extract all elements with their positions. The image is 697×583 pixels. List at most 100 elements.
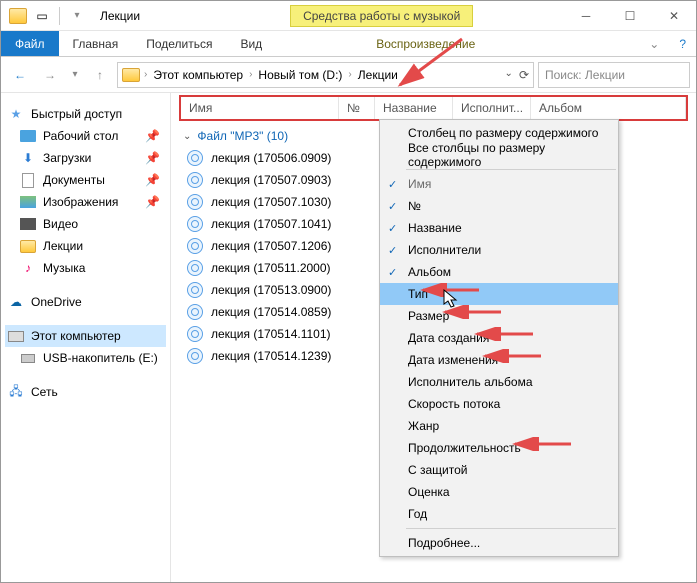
documents-icon (19, 172, 37, 188)
ctx-autosize-all[interactable]: Все столбцы по размеру содержимого (380, 144, 618, 166)
annotation-arrow (511, 437, 575, 451)
audio-file-icon (187, 216, 203, 232)
ctx-col-bitrate[interactable]: Скорость потока (380, 393, 618, 415)
column-number[interactable]: № (339, 97, 375, 119)
network-icon: 🖧 (7, 384, 25, 400)
audio-file-icon (187, 194, 203, 210)
folder-app-icon (7, 5, 29, 27)
chevron-right-icon[interactable]: › (144, 69, 147, 80)
search-input[interactable]: Поиск: Лекции (538, 62, 690, 88)
nav-history-dropdown[interactable]: ▾ (67, 62, 83, 88)
pc-icon (7, 328, 25, 344)
folder-icon (19, 238, 37, 254)
check-icon: ✓ (388, 200, 397, 213)
qat-properties-icon[interactable]: ▭ (31, 5, 53, 27)
pin-icon: 📌 (145, 129, 160, 143)
annotation-arrow (481, 349, 545, 363)
ctx-col-name[interactable]: ✓Имя (380, 173, 618, 195)
ctx-more[interactable]: Подробнее... (380, 532, 618, 554)
nav-forward-button[interactable]: → (37, 62, 63, 88)
ctx-col-artists[interactable]: ✓Исполнители (380, 239, 618, 261)
pictures-icon (19, 194, 37, 210)
column-title[interactable]: Название (375, 97, 453, 119)
sidebar-item-music[interactable]: ♪Музыка (5, 257, 166, 279)
sidebar-onedrive[interactable]: ☁OneDrive (5, 291, 166, 313)
navbar: ← → ▾ ↑ › Этот компьютер › Новый том (D:… (1, 57, 696, 93)
quick-access-toolbar: ▭ ▾ (1, 5, 94, 27)
sidebar-network[interactable]: 🖧Сеть (5, 381, 166, 403)
audio-file-icon (187, 326, 203, 342)
check-icon: ✓ (388, 222, 397, 235)
ctx-col-rating[interactable]: Оценка (380, 481, 618, 503)
tab-file[interactable]: Файл (1, 31, 59, 56)
minimize-button[interactable]: ─ (564, 2, 608, 30)
ctx-col-number[interactable]: ✓№ (380, 195, 618, 217)
nav-up-button[interactable]: ↑ (87, 62, 113, 88)
ctx-col-album[interactable]: ✓Альбом (380, 261, 618, 283)
sidebar-thispc[interactable]: Этот компьютер (5, 325, 166, 347)
pin-icon: 📌 (145, 151, 160, 165)
sidebar-item-lectures[interactable]: Лекции (5, 235, 166, 257)
usb-icon (19, 350, 37, 366)
ctx-col-album-artist[interactable]: Исполнитель альбома (380, 371, 618, 393)
cursor-icon (443, 289, 459, 312)
window-title: Лекции (94, 9, 140, 23)
crumb-thispc[interactable]: Этот компьютер (151, 68, 245, 82)
audio-file-icon (187, 304, 203, 320)
chevron-right-icon[interactable]: › (249, 69, 252, 80)
tab-view[interactable]: Вид (226, 31, 276, 56)
audio-file-icon (187, 150, 203, 166)
tab-home[interactable]: Главная (59, 31, 133, 56)
chevron-down-icon[interactable]: ⌄ (183, 131, 191, 142)
audio-file-icon (187, 348, 203, 364)
maximize-button[interactable]: ☐ (608, 2, 652, 30)
pin-icon: 📌 (145, 195, 160, 209)
tab-share[interactable]: Поделиться (132, 31, 226, 56)
separator (406, 528, 616, 529)
audio-file-icon (187, 238, 203, 254)
titlebar: ▭ ▾ Лекции Средства работы с музыкой ─ ☐… (1, 1, 696, 31)
sidebar-quick-access[interactable]: ★ Быстрый доступ (5, 103, 166, 125)
annotation-arrow (392, 33, 472, 93)
pin-icon: 📌 (145, 173, 160, 187)
audio-file-icon (187, 172, 203, 188)
sidebar-item-usb[interactable]: USB-накопитель (E:) (5, 347, 166, 369)
audio-file-icon (187, 260, 203, 276)
address-dropdown-icon[interactable]: ⌄ (505, 68, 513, 82)
chevron-right-icon[interactable]: › (348, 69, 351, 80)
ribbon-expand-icon[interactable]: ⌄ (639, 31, 669, 56)
ctx-col-title[interactable]: ✓Название (380, 217, 618, 239)
sidebar-item-pictures[interactable]: Изображения📌 (5, 191, 166, 213)
close-button[interactable]: ✕ (652, 2, 696, 30)
nav-back-button[interactable]: ← (7, 62, 33, 88)
search-placeholder: Поиск: Лекции (545, 68, 625, 82)
folder-icon (122, 68, 140, 82)
column-album[interactable]: Альбом (531, 97, 686, 119)
qat-dropdown-icon[interactable]: ▾ (66, 5, 88, 27)
column-headers[interactable]: Имя № Название Исполнит... Альбом (179, 95, 688, 121)
ctx-col-genre[interactable]: Жанр (380, 415, 618, 437)
ctx-col-duration[interactable]: Продолжительность (380, 437, 618, 459)
sidebar-item-desktop[interactable]: Рабочий стол📌 (5, 125, 166, 147)
downloads-icon: ⬇ (19, 150, 37, 166)
ribbon-tabs: Файл Главная Поделиться Вид Воспроизведе… (1, 31, 696, 57)
ribbon-help-icon[interactable]: ? (669, 31, 696, 56)
separator (406, 169, 616, 170)
separator (59, 7, 60, 25)
column-artist[interactable]: Исполнит... (453, 97, 531, 119)
sidebar-item-videos[interactable]: Видео (5, 213, 166, 235)
annotation-arrow (473, 327, 537, 341)
crumb-drive[interactable]: Новый том (D:) (256, 68, 344, 82)
column-name[interactable]: Имя (181, 97, 339, 119)
ctx-col-protected[interactable]: С защитой (380, 459, 618, 481)
check-icon: ✓ (388, 266, 397, 279)
music-icon: ♪ (19, 260, 37, 276)
sidebar-item-downloads[interactable]: ⬇Загрузки📌 (5, 147, 166, 169)
sidebar-item-documents[interactable]: Документы📌 (5, 169, 166, 191)
onedrive-icon: ☁ (7, 294, 25, 310)
refresh-icon[interactable]: ⟳ (519, 68, 529, 82)
ctx-col-year[interactable]: Год (380, 503, 618, 525)
audio-file-icon (187, 282, 203, 298)
navigation-pane: ★ Быстрый доступ Рабочий стол📌 ⬇Загрузки… (1, 93, 171, 582)
ctx-col-type[interactable]: Тип (380, 283, 618, 305)
